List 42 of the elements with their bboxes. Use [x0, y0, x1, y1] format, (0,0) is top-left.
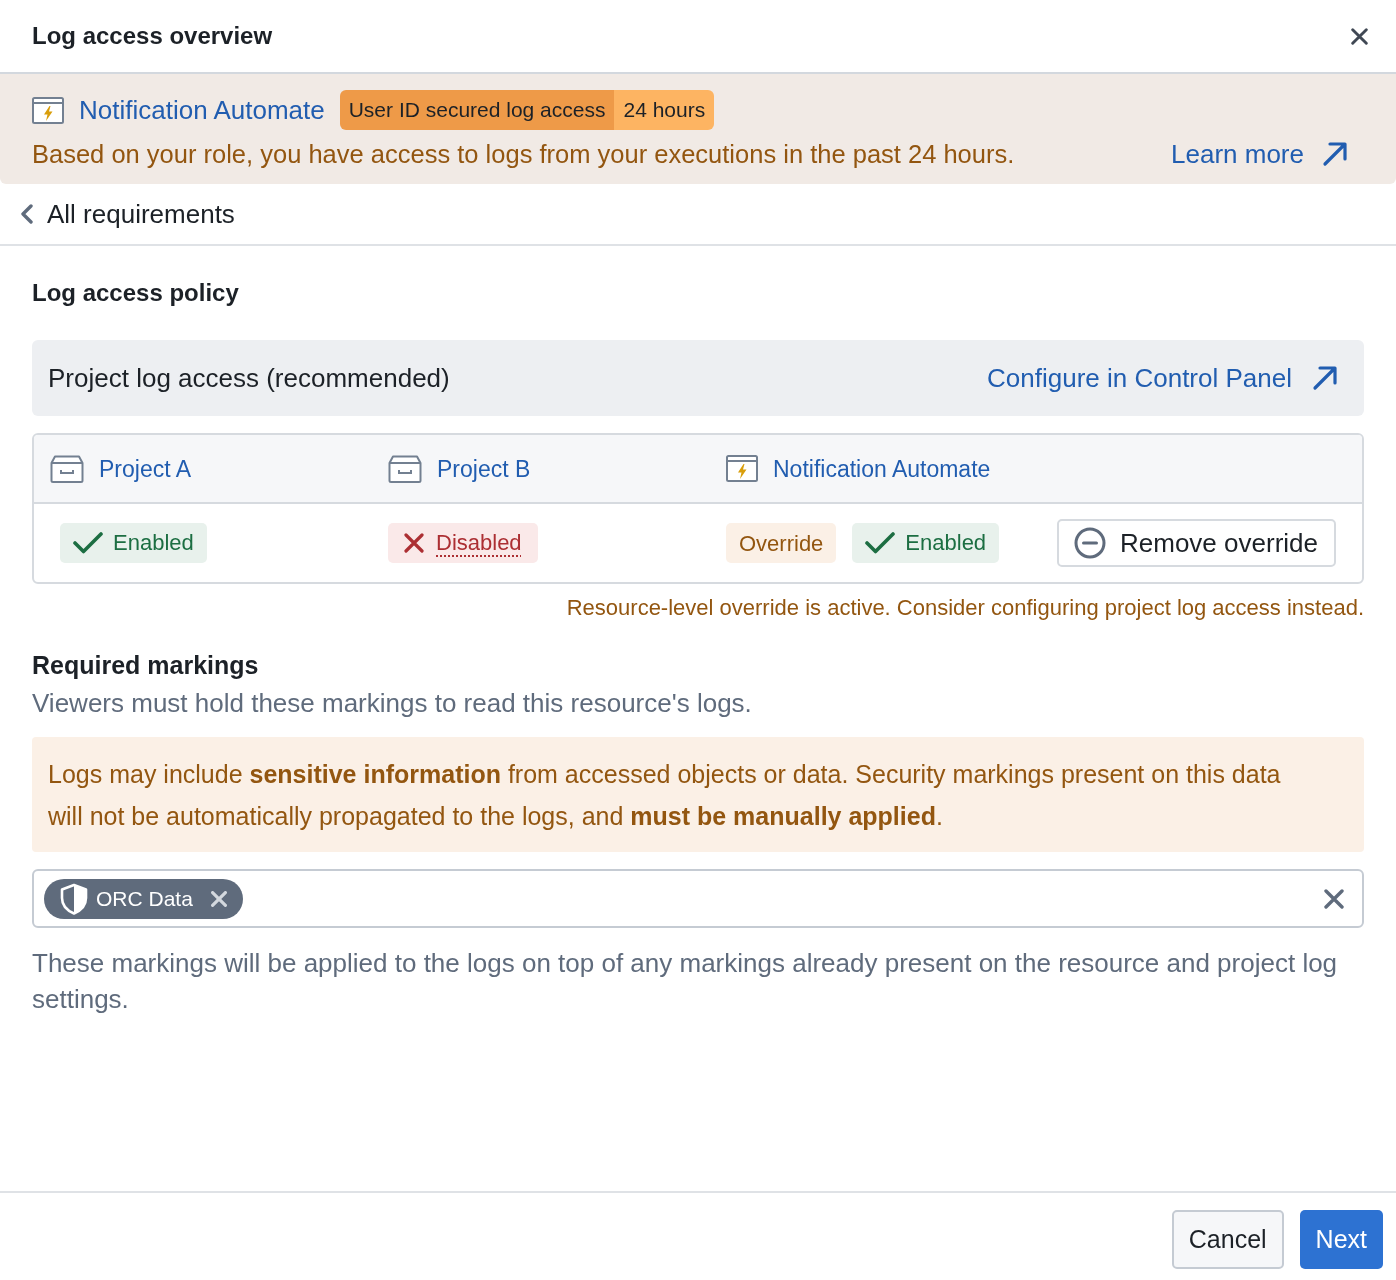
cancel-button[interactable]: Cancel: [1171, 1210, 1284, 1269]
status-label: Enabled: [905, 529, 987, 557]
back-link[interactable]: All requirements: [20, 198, 235, 230]
learn-more-link[interactable]: Learn more: [1171, 139, 1348, 169]
remove-icon[interactable]: [210, 890, 227, 907]
policy-label: Project log access (recommended): [48, 362, 450, 394]
section-heading: Required markings: [32, 650, 260, 681]
status-label: Disabled: [436, 529, 522, 557]
arrow-up-right-icon: [1312, 365, 1338, 391]
column-link[interactable]: Project B: [437, 453, 531, 484]
next-button[interactable]: Next: [1299, 1210, 1383, 1269]
dialog-title: Log access overview: [32, 21, 273, 51]
helper-text: These markings will be applied to the logs on top of any markings already present on the resource and project log settings.: [32, 947, 1339, 1016]
banner-message: Based on your role, you have access to logs from your executions in the past 24 hours.: [32, 139, 1015, 169]
override-warning: Resource-level override is active. Consider configuring project log access instead.: [566, 594, 1364, 622]
resource-link[interactable]: Notification Automate: [79, 94, 325, 126]
column-link[interactable]: Notification Automate: [773, 453, 991, 484]
check-icon: [73, 532, 103, 554]
duration-tag: 24 hours: [614, 90, 715, 130]
app-window-icon: [726, 455, 758, 482]
callout-text: Logs may include sensitive information from accessed objects or data. Security markings present on this data will not be automatically propagated to the logs, and must be manually applied.: [48, 759, 1282, 832]
markings-input[interactable]: ORC Data: [32, 869, 1364, 928]
section-description: Viewers must hold these markings to read this resource's logs.: [32, 687, 753, 719]
minus-circle-icon: [1074, 527, 1106, 559]
check-icon: [865, 532, 896, 554]
override-tag: Override: [726, 523, 837, 563]
app-window-icon: [32, 96, 64, 124]
arrow-up-right-icon: [1322, 141, 1348, 167]
x-icon: [404, 533, 424, 553]
column-link[interactable]: Project A: [99, 453, 192, 484]
status-label: Enabled: [113, 529, 194, 557]
close-icon[interactable]: [1351, 27, 1368, 45]
box-icon: [50, 454, 84, 483]
configure-link[interactable]: Configure in Control Panel: [987, 362, 1338, 394]
chevron-left-icon: [20, 204, 34, 224]
clear-icon[interactable]: [1324, 888, 1344, 909]
shield-icon: [60, 882, 88, 915]
marking-label: ORC Data: [96, 885, 193, 912]
access-type-tag: User ID secured log access: [339, 90, 615, 130]
box-icon: [388, 454, 422, 483]
remove-override-button[interactable]: Remove override: [1057, 519, 1336, 567]
section-heading: Log access policy: [32, 278, 240, 308]
